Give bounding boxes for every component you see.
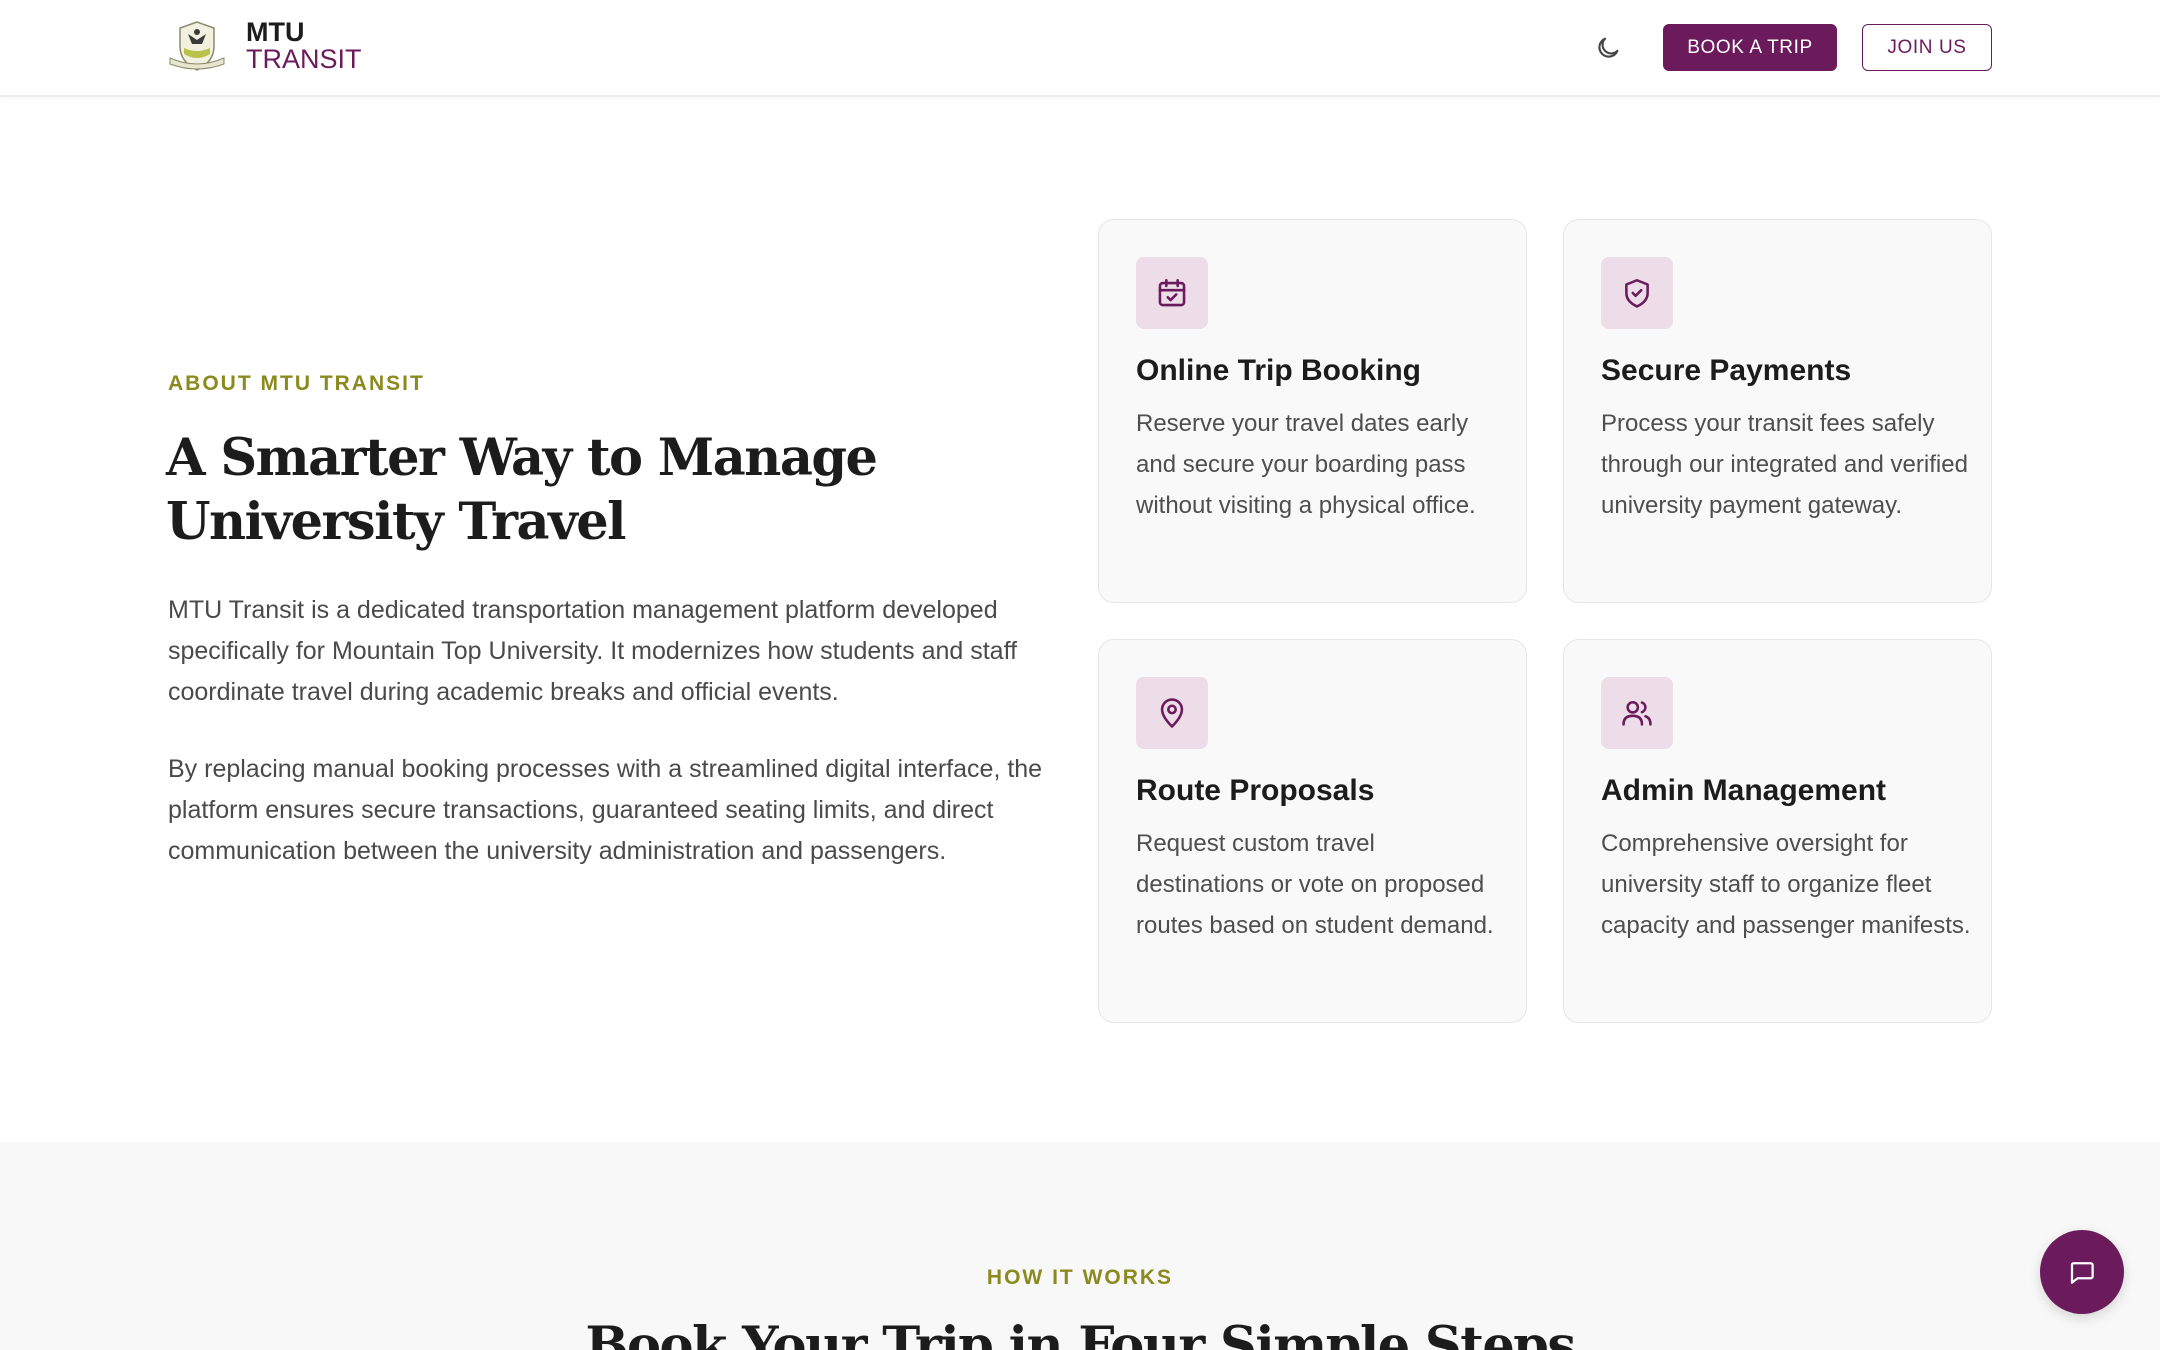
feature-icon-box bbox=[1136, 257, 1208, 329]
feature-card-secure-payments: Secure Payments Process your transit fee… bbox=[1563, 219, 1992, 603]
users-icon bbox=[1622, 700, 1652, 726]
how-it-works-heading: Book Your Trip in Four Simple Steps bbox=[585, 1316, 1576, 1350]
about-heading: A Smarter Way to Manage University Trave… bbox=[166, 428, 878, 552]
chat-bubble-icon bbox=[2070, 1262, 2094, 1284]
chat-button[interactable] bbox=[2040, 1230, 2124, 1314]
join-us-button[interactable]: JOIN US bbox=[1862, 24, 1992, 71]
moon-icon[interactable] bbox=[1594, 34, 1622, 62]
feature-card-route-proposals: Route Proposals Request custom travel de… bbox=[1098, 639, 1527, 1023]
feature-description: Comprehensive oversight for university s… bbox=[1601, 830, 1971, 939]
book-trip-button[interactable]: BOOK A TRIP bbox=[1663, 24, 1837, 71]
site-header: MTU TRANSIT BOOK A TRIP JOIN US bbox=[0, 0, 2160, 97]
feature-description: Request custom travel destinations or vo… bbox=[1136, 830, 1494, 939]
university-crest-icon bbox=[169, 21, 225, 71]
feature-icon-box bbox=[1601, 257, 1673, 329]
feature-title: Online Trip Booking bbox=[1136, 354, 1421, 387]
feature-card-online-booking: Online Trip Booking Reserve your travel … bbox=[1098, 219, 1527, 603]
feature-title: Secure Payments bbox=[1601, 354, 1852, 387]
feature-card-admin-management: Admin Management Comprehensive oversight… bbox=[1563, 639, 1992, 1023]
feature-icon-box bbox=[1136, 677, 1208, 749]
shield-check-icon bbox=[1625, 278, 1649, 308]
feature-description: Reserve your travel dates early and secu… bbox=[1136, 410, 1476, 519]
feature-title: Route Proposals bbox=[1136, 774, 1375, 807]
about-paragraph-2: By replacing manual booking processes wi… bbox=[168, 755, 1043, 865]
map-pin-icon bbox=[1160, 698, 1184, 728]
how-it-works-section: HOW IT WORKS Book Your Trip in Four Simp… bbox=[0, 1142, 2160, 1350]
feature-description: Process your transit fees safely through… bbox=[1601, 410, 1968, 519]
about-paragraph-1: MTU Transit is a dedicated transportatio… bbox=[168, 596, 1018, 706]
how-it-works-eyebrow: HOW IT WORKS bbox=[986, 1266, 1174, 1289]
about-eyebrow: ABOUT MTU TRANSIT bbox=[168, 372, 425, 395]
feature-title: Admin Management bbox=[1601, 774, 1887, 807]
feature-icon-box bbox=[1601, 677, 1673, 749]
calendar-check-icon bbox=[1158, 278, 1186, 307]
logo-title: MTU bbox=[246, 17, 305, 47]
logo[interactable]: MTU TRANSIT bbox=[166, 18, 362, 74]
logo-subtitle: TRANSIT bbox=[246, 44, 362, 74]
